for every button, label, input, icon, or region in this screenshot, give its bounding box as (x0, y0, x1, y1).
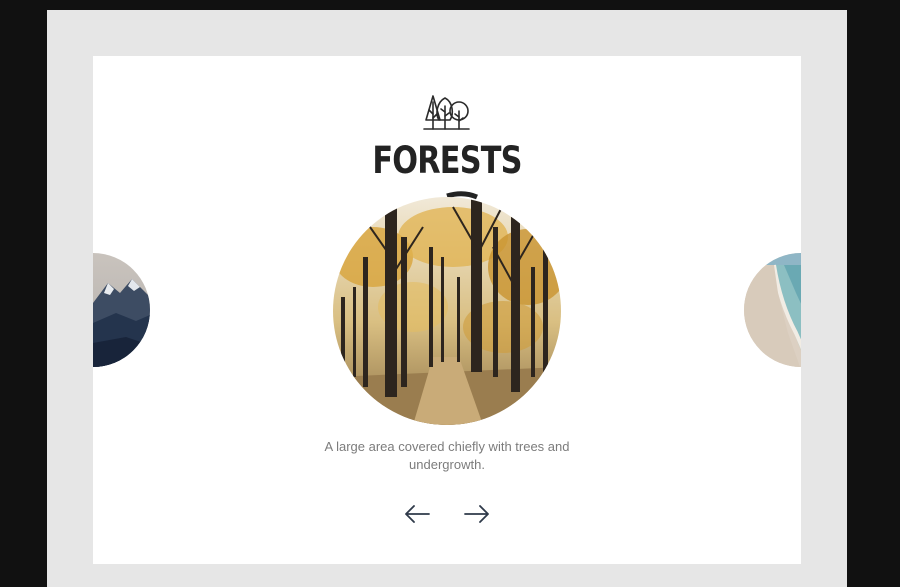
slide-description: A large area covered chiefly with trees … (324, 439, 570, 472)
forest-photo (333, 197, 561, 425)
trees-icon (423, 95, 470, 130)
mountain-photo (93, 253, 150, 367)
slide-title: FORESTS (372, 139, 522, 182)
previous-slide-image[interactable] (93, 253, 150, 367)
previous-button[interactable] (402, 500, 432, 528)
carousel-card: FORESTS A large area covered chiefly wit… (93, 56, 801, 564)
beach-photo (744, 253, 801, 367)
next-button[interactable] (462, 500, 492, 528)
next-slide-image[interactable] (744, 253, 801, 367)
arrow-right-icon (464, 505, 489, 523)
arrow-left-icon (405, 505, 430, 523)
slide-image (333, 197, 561, 425)
